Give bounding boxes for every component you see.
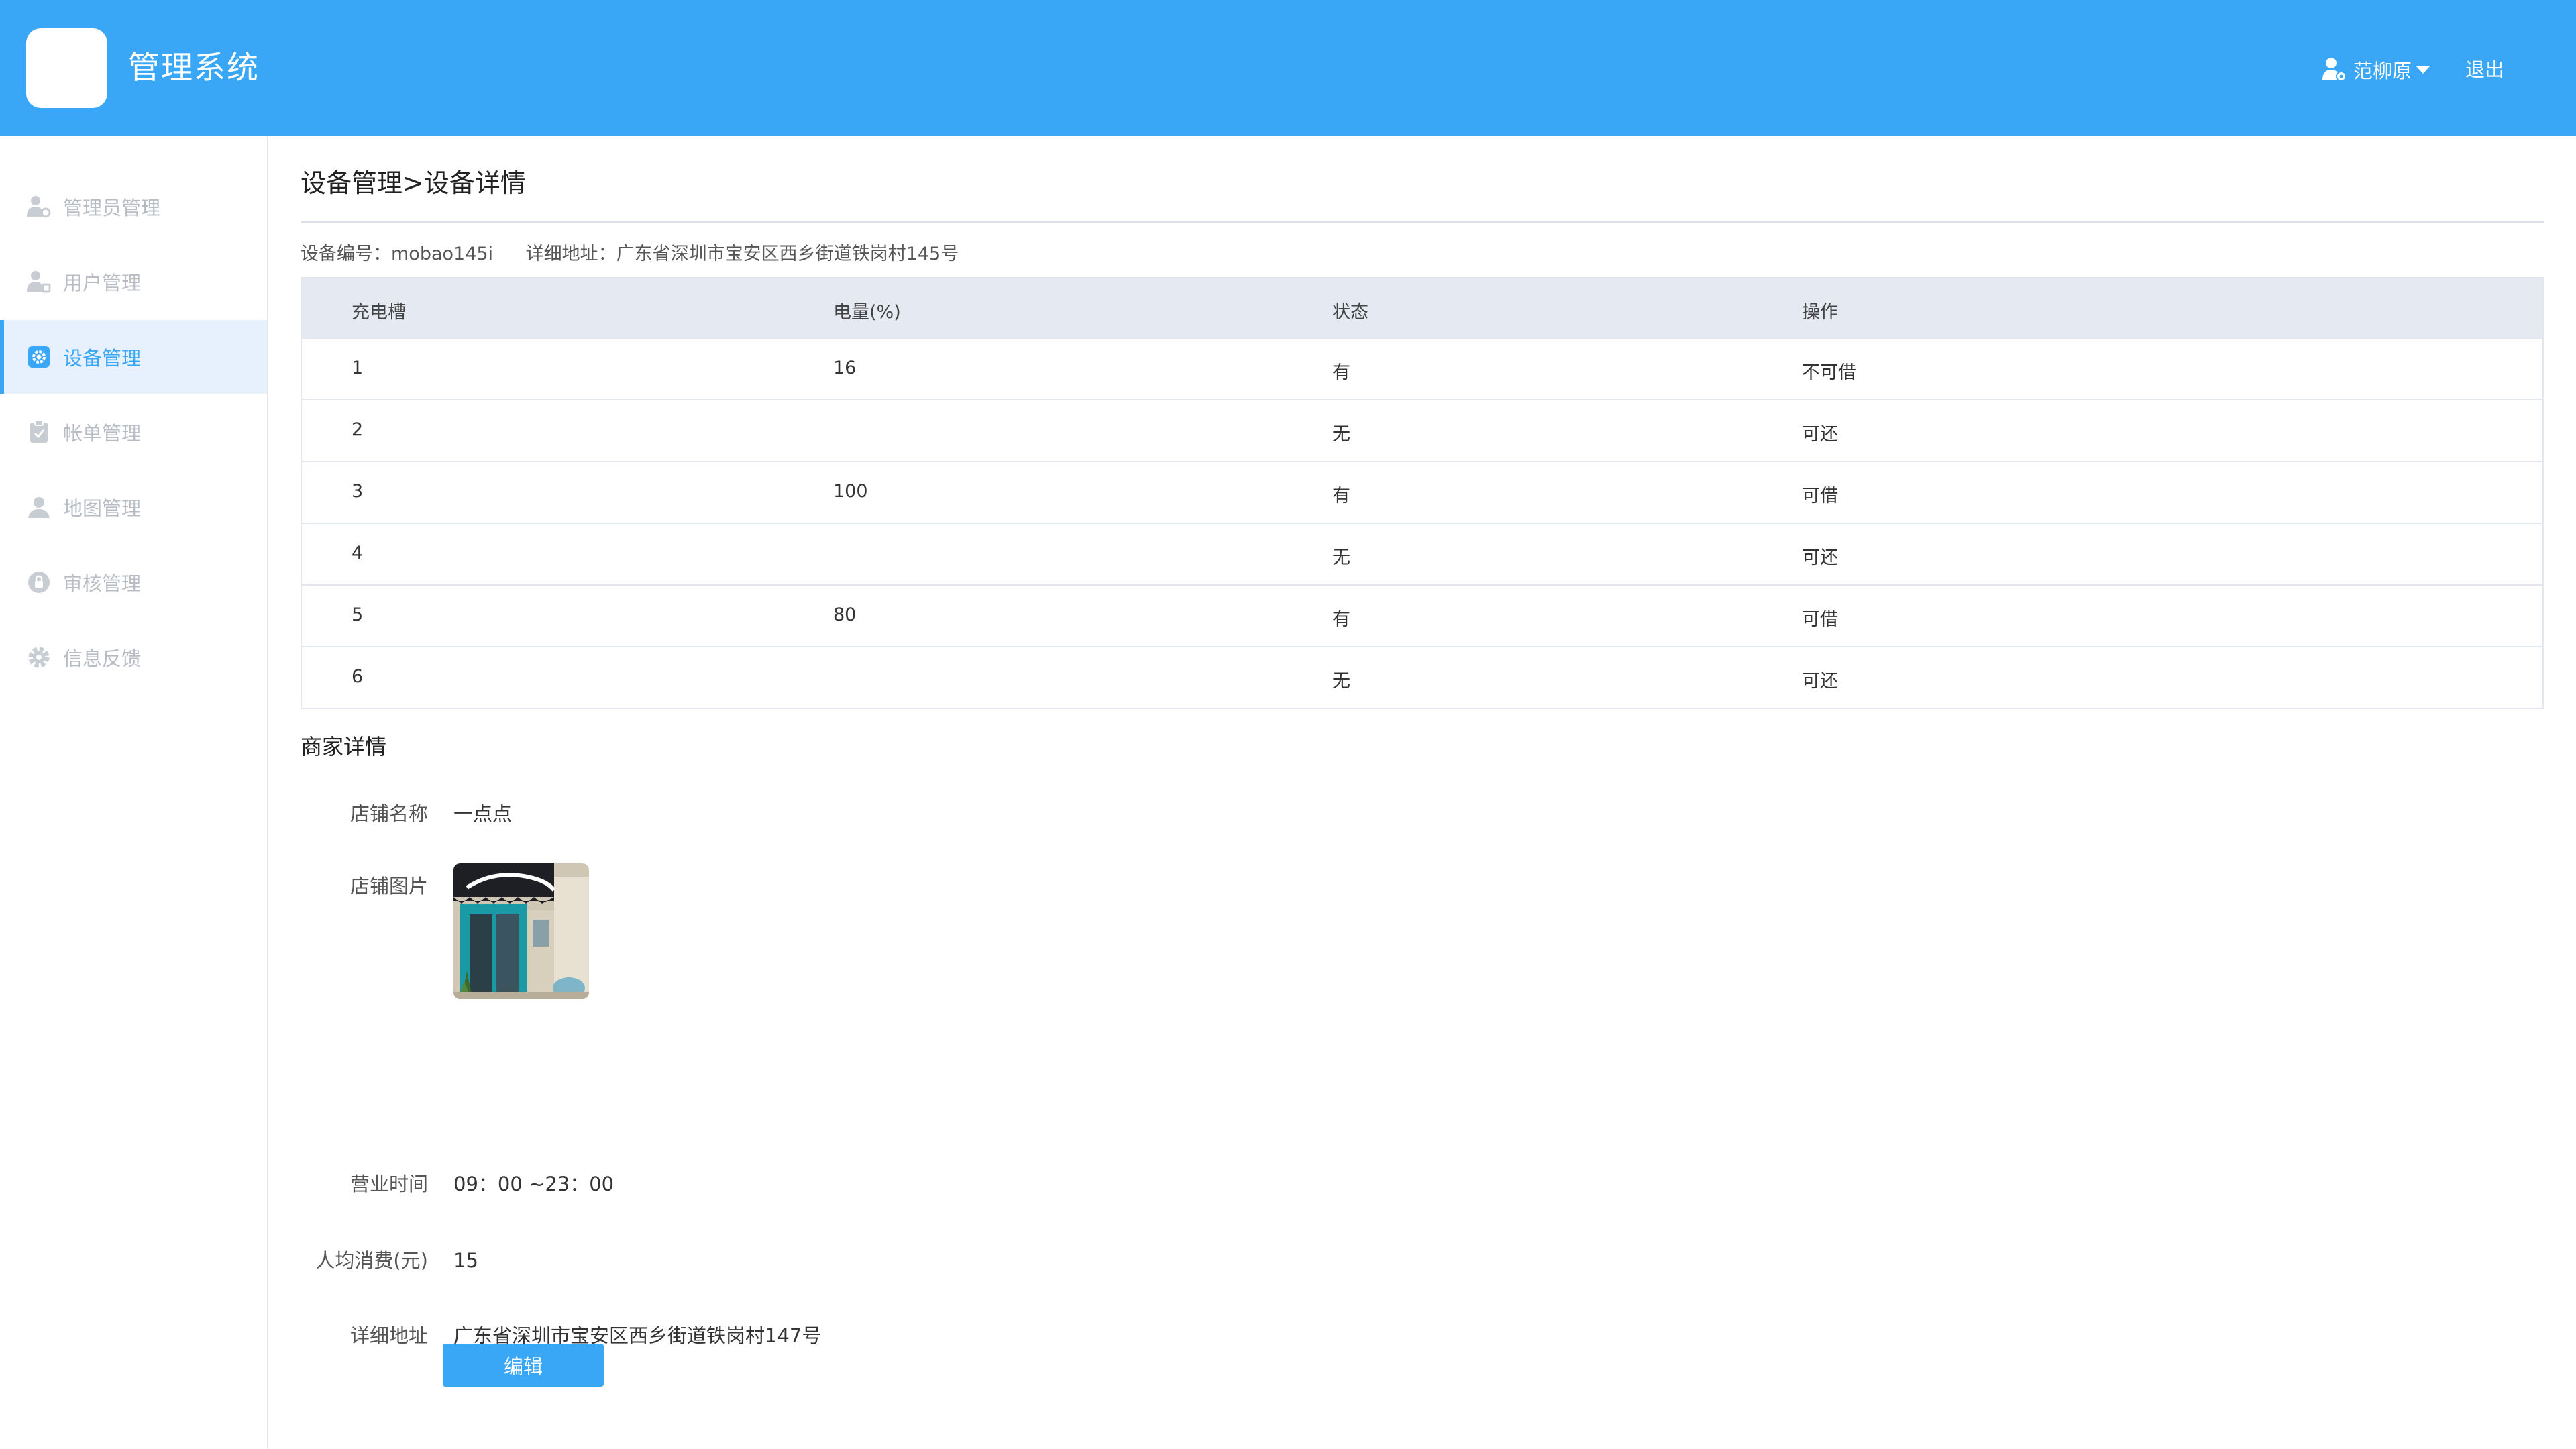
clipboard-icon [30,420,48,443]
table-row: 1 16 有 不可借 [302,337,2542,399]
sidebar-item-label: 管理员管理 [63,197,161,219]
cell-status: 有 [1332,609,1350,630]
cell-action: 可借 [1802,486,1838,506]
review-icon [28,572,50,593]
header-action: 操作 [1802,302,1838,323]
cell-battery: 80 [833,604,857,625]
sidebar-item-admin[interactable]: 管理员管理 [0,170,267,244]
cell-status: 有 [1332,486,1350,506]
cell-battery: 16 [833,358,857,378]
cell-status: 有 [1332,362,1350,383]
edit-button[interactable]: 编辑 [443,1344,604,1387]
map-pin-icon [28,497,50,518]
cell-action: 可还 [1802,547,1838,568]
sidebar-item-devices[interactable]: 设备管理 [0,320,267,394]
sidebar-item-bills[interactable]: 帐单管理 [0,395,267,469]
sidebar-item-map[interactable]: 地图管理 [0,470,267,544]
cell-action: 不可借 [1802,362,1856,383]
table-header: 充电槽 电量(%) 状态 操作 [302,278,2542,337]
cell-slot: 2 [352,419,364,440]
shop-address-label: 详细地址 [350,1324,428,1347]
cell-action: 可还 [1802,671,1838,692]
business-hours-value: 09：00 ~23：00 [453,1173,614,1195]
shop-photo [453,863,589,999]
cell-action: 可借 [1802,609,1838,630]
table-row: 6 无 可还 [302,646,2542,708]
table-row: 2 无 可还 [302,399,2542,461]
shop-name-value: 一点点 [453,802,513,825]
header-status: 状态 [1332,302,1368,323]
sidebar: 管理员管理 用户管理 设备管理 帐单管理 地图管理 审核管理 信息反馈 [0,136,268,1449]
sidebar-item-label: 信息反馈 [63,647,142,670]
user-icon [27,271,51,293]
shop-name-label: 店铺名称 [350,802,428,825]
table-row: 3 100 有 可借 [302,461,2542,523]
shop-image-label: 店铺图片 [350,875,428,898]
caret-down-icon [2416,66,2431,74]
table-row: 5 80 有 可借 [302,584,2542,646]
app-logo [26,28,107,108]
device-address: 详细地址：广东省深圳市宝安区西乡街道铁岗村145号 [525,244,959,264]
slot-table: 充电槽 电量(%) 状态 操作 1 16 有 不可借 2 无 可还 3 100 … [301,277,2544,709]
device-id: 设备编号：mobao145i [301,244,494,264]
feedback-gear-icon [28,647,50,668]
header-slot: 充电槽 [352,302,406,323]
user-settings-icon [2322,58,2347,82]
divider [301,221,2544,223]
cell-action: 可还 [1802,424,1838,445]
app-title: 管理系统 [128,50,260,87]
user-menu[interactable]: 范柳原 [2322,54,2431,86]
cell-slot: 1 [352,358,364,378]
avg-spend-value: 15 [453,1249,478,1272]
breadcrumb: 设备管理>设备详情 [301,168,526,198]
logout-link[interactable]: 退出 [2465,56,2504,83]
header-battery: 电量(%) [833,302,901,323]
sidebar-item-label: 用户管理 [63,272,142,294]
cell-status: 无 [1332,547,1350,568]
sidebar-item-label: 地图管理 [63,497,142,520]
sidebar-item-users[interactable]: 用户管理 [0,245,267,319]
table-row: 4 无 可还 [302,523,2542,584]
sidebar-item-label: 审核管理 [63,572,142,595]
cell-status: 无 [1332,671,1350,692]
top-header: 管理系统 范柳原 退出 [0,0,2576,136]
cell-slot: 4 [352,543,364,564]
sidebar-item-feedback[interactable]: 信息反馈 [0,621,267,694]
admin-user-icon [27,196,51,218]
user-name: 范柳原 [2353,60,2412,83]
sidebar-item-label: 帐单管理 [63,422,142,445]
device-info: 设备编号：mobao145i 详细地址：广东省深圳市宝安区西乡街道铁岗村145号 [301,241,985,268]
cell-slot: 5 [352,604,364,625]
gear-icon [28,346,50,368]
sidebar-item-label: 设备管理 [63,347,142,370]
cell-battery: 100 [833,481,868,502]
sidebar-item-review[interactable]: 审核管理 [0,545,267,619]
merchant-section-title: 商家详情 [301,734,387,759]
avg-spend-label: 人均消费(元) [315,1249,428,1272]
cell-slot: 3 [352,481,364,502]
cell-status: 无 [1332,424,1350,445]
cell-slot: 6 [352,666,364,687]
business-hours-label: 营业时间 [350,1173,428,1195]
shop-image[interactable] [453,863,589,999]
